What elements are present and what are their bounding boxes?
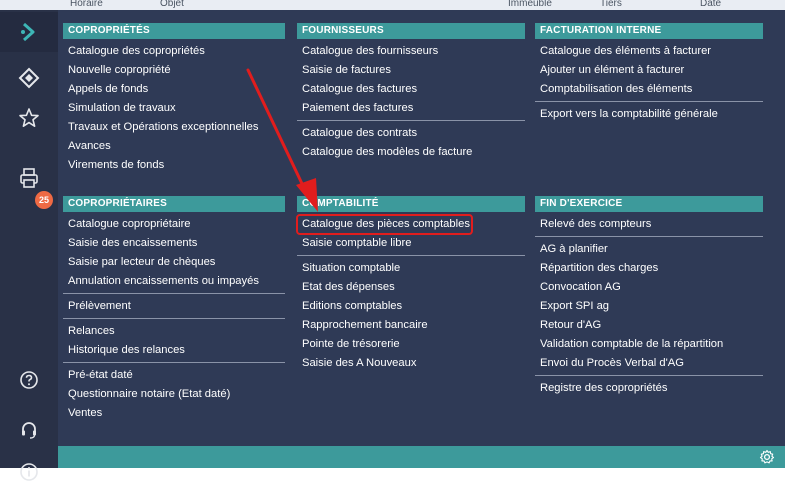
- col-objet: Objet: [160, 0, 184, 9]
- menu-separator: [63, 362, 285, 363]
- menu-item[interactable]: Rapprochement bancaire: [297, 316, 525, 335]
- menu-item[interactable]: Export vers la comptabilité générale: [535, 105, 763, 124]
- sidebar-menu-toggle[interactable]: [0, 12, 58, 52]
- menu-item[interactable]: Relances: [63, 322, 285, 341]
- section-header: COMPTABILITÉ: [297, 196, 525, 212]
- menu-item[interactable]: AG à planifier: [535, 240, 763, 259]
- menu-item[interactable]: Registre des copropriétés: [535, 379, 763, 398]
- menu-item[interactable]: Saisie par lecteur de chèques: [63, 253, 285, 272]
- sidebar-support[interactable]: [0, 410, 58, 450]
- menu-item[interactable]: Virements de fonds: [63, 156, 285, 175]
- menu-item[interactable]: Pré-état daté: [63, 366, 285, 385]
- col-immeuble: Immeuble: [508, 0, 552, 9]
- section-header: FOURNISSEURS: [297, 23, 525, 39]
- menu-item-catalogue-pieces-comptables[interactable]: Catalogue des pièces comptables: [296, 214, 473, 235]
- col-horaire: Horaire: [70, 0, 103, 9]
- menu-item[interactable]: Saisie de factures: [297, 61, 525, 80]
- menu-item[interactable]: Questionnaire notaire (Etat daté): [63, 385, 285, 404]
- section-coproprietaires: COPROPRIÉTAIRES Catalogue copropriétaire S…: [63, 196, 285, 423]
- section-coproprietes: COPROPRIÉTÉS Catalogue des copropriétés No…: [63, 23, 285, 175]
- menu-item[interactable]: Simulation de travaux: [63, 99, 285, 118]
- menu-separator: [535, 101, 763, 102]
- sidebar-info[interactable]: [0, 452, 58, 492]
- menu-item[interactable]: Validation comptable de la répartition: [535, 335, 763, 354]
- col-date: Date: [700, 0, 722, 9]
- menu-item[interactable]: Paiement des factures: [297, 99, 525, 118]
- menu-item[interactable]: Catalogue copropriétaire: [63, 215, 285, 234]
- help-icon: [20, 371, 38, 389]
- section-header: COPROPRIÉTÉS: [63, 23, 285, 39]
- section-facturation-interne: FACTURATION INTERNE Catalogue des élément…: [535, 23, 763, 124]
- menu-item[interactable]: Ventes: [63, 404, 285, 423]
- menu-item[interactable]: Catalogue des modèles de facture: [297, 143, 525, 162]
- sidebar-nav-modules[interactable]: [0, 58, 58, 98]
- menu-item[interactable]: Catalogue des fournisseurs: [297, 42, 525, 61]
- menu-item[interactable]: Comptabilisation des éléments: [535, 80, 763, 99]
- menu-item[interactable]: Travaux et Opérations exceptionnelles: [63, 118, 285, 137]
- menu-item[interactable]: Envoi du Procès Verbal d'AG: [535, 354, 763, 373]
- notification-badge: 25: [35, 191, 53, 209]
- menu-item[interactable]: Prélèvement: [63, 297, 285, 316]
- menu-list: Catalogue copropriétaire Saisie des encai…: [63, 212, 285, 423]
- section-header: COPROPRIÉTAIRES: [63, 196, 285, 212]
- menu-item[interactable]: Situation comptable: [297, 259, 525, 278]
- sidebar-favorites[interactable]: [0, 98, 58, 138]
- section-header: FIN D'EXERCICE: [535, 196, 763, 212]
- menu-item[interactable]: Saisie des encaissements: [63, 234, 285, 253]
- menu-item[interactable]: Export SPI ag: [535, 297, 763, 316]
- menu-separator: [63, 293, 285, 294]
- col-tiers: Tiers: [600, 0, 622, 9]
- menu-item[interactable]: Répartition des charges: [535, 259, 763, 278]
- menu-list: Catalogue des copropriétés Nouvelle copro…: [63, 39, 285, 175]
- menu-list: Catalogue des éléments à facturer Ajouter…: [535, 39, 763, 124]
- settings-button[interactable]: [759, 449, 775, 470]
- menu-item[interactable]: Etat des dépenses: [297, 278, 525, 297]
- menu-item[interactable]: Annulation encaissements ou impayés: [63, 272, 285, 291]
- menu-item[interactable]: Appels de fonds: [63, 80, 285, 99]
- star-icon: [19, 108, 39, 127]
- menu-list: Relevé des compteurs AG à planifier Répart…: [535, 212, 763, 398]
- chevron-right-icon: [21, 22, 35, 42]
- printer-icon: [20, 168, 38, 188]
- menu-item[interactable]: Retour d'AG: [535, 316, 763, 335]
- menu-item[interactable]: Catalogue des contrats: [297, 124, 525, 143]
- menu-separator: [297, 120, 525, 121]
- menu-item[interactable]: Convocation AG: [535, 278, 763, 297]
- sidebar-help[interactable]: [0, 360, 58, 400]
- section-comptabilite: COMPTABILITÉ Catalogue des pièces comptab…: [296, 196, 525, 373]
- menu-separator: [535, 375, 763, 376]
- menu-separator: [535, 236, 763, 237]
- menu-item[interactable]: Relevé des compteurs: [535, 215, 763, 234]
- menu-item[interactable]: Catalogue des factures: [297, 80, 525, 99]
- menu-item[interactable]: Catalogue des copropriétés: [63, 42, 285, 61]
- gear-icon: [759, 449, 775, 464]
- menu-separator: [297, 255, 525, 256]
- menu-item[interactable]: Saisie des A Nouveaux: [297, 354, 525, 373]
- info-icon: [20, 463, 38, 481]
- menu-item[interactable]: Avances: [63, 137, 285, 156]
- menu-list: Catalogue des fournisseurs Saisie de fact…: [297, 39, 525, 162]
- diamond-nav-icon: [18, 67, 40, 89]
- menu-item[interactable]: Saisie comptable libre: [297, 234, 525, 253]
- sidebar: 25: [0, 10, 58, 481]
- menu-item[interactable]: Editions comptables: [297, 297, 525, 316]
- menu-item[interactable]: Pointe de trésorerie: [297, 335, 525, 354]
- section-fin-exercice: FIN D'EXERCICE Relevé des compteurs AG à p…: [535, 196, 763, 398]
- menu-item[interactable]: Ajouter un élément à facturer: [535, 61, 763, 80]
- headset-icon: [22, 422, 36, 439]
- top-strip: Horaire Objet Immeuble Tiers Date: [0, 0, 785, 10]
- menu-separator: [63, 318, 285, 319]
- footer-bar: [58, 446, 785, 468]
- menu-item[interactable]: Nouvelle copropriété: [63, 61, 285, 80]
- section-header: FACTURATION INTERNE: [535, 23, 763, 39]
- menu-list: Catalogue des pièces comptables Saisie co…: [296, 212, 525, 373]
- section-fournisseurs: FOURNISSEURS Catalogue des fournisseurs Sa…: [297, 23, 525, 162]
- menu-item[interactable]: Catalogue des éléments à facturer: [535, 42, 763, 61]
- menu-item[interactable]: Historique des relances: [63, 341, 285, 360]
